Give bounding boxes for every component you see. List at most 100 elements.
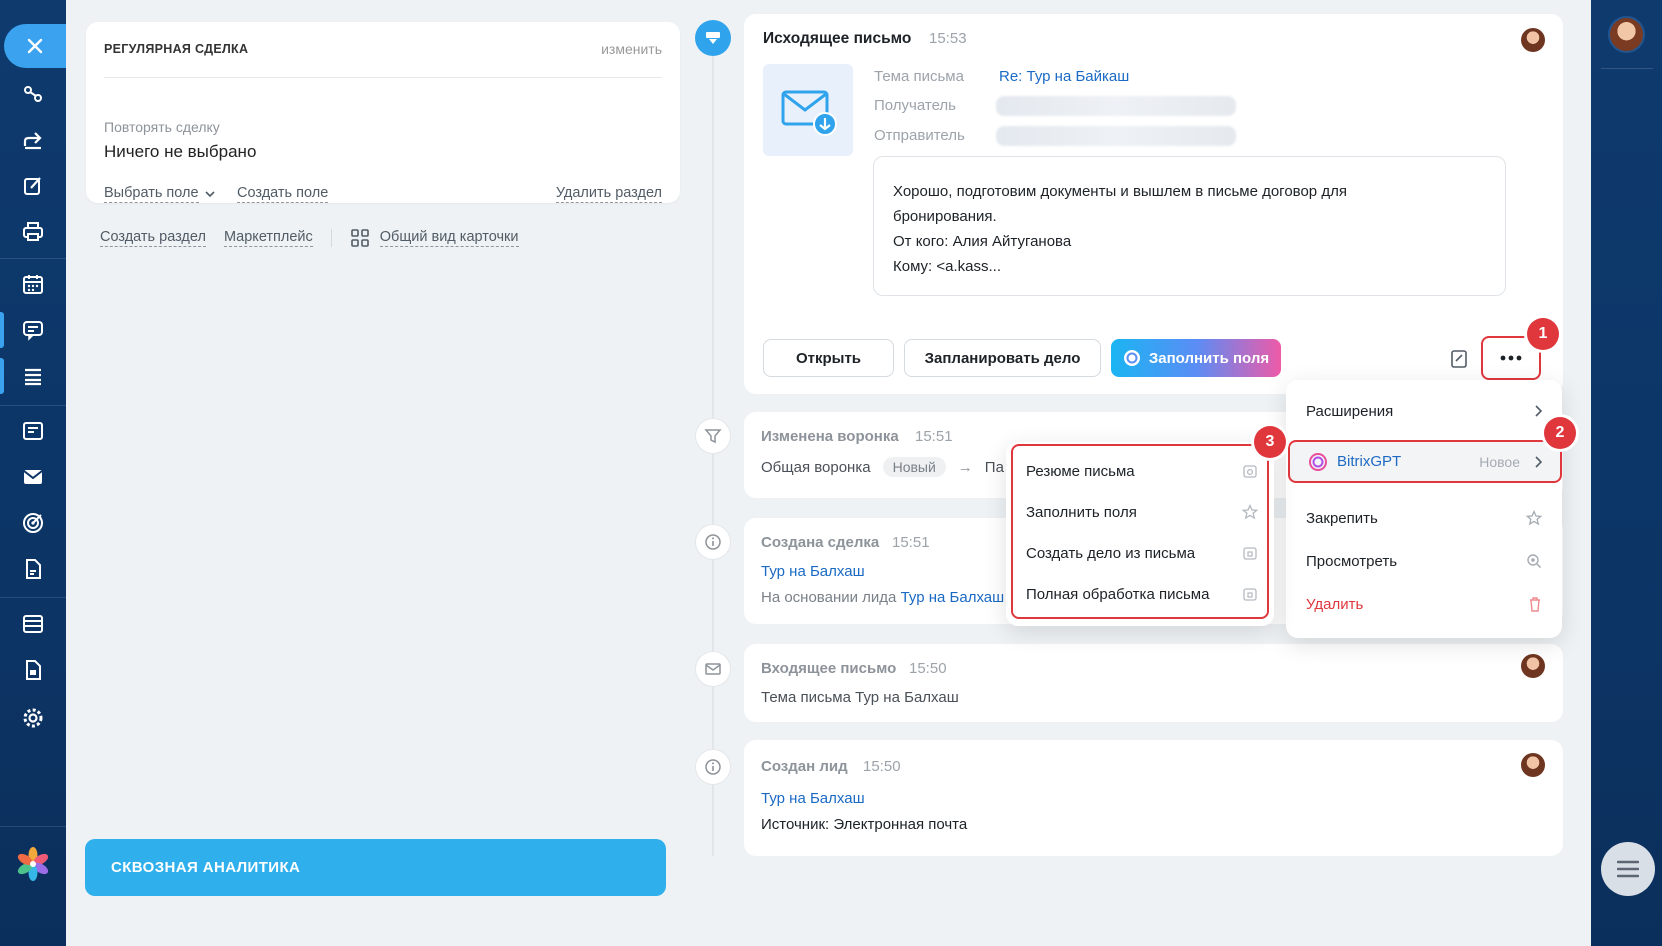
menu-item-delete[interactable]: Удалить [1306,589,1542,619]
ai-summary-icon [1243,465,1257,478]
printer-icon [23,222,43,241]
menu-item-label: Просмотреть [1306,552,1398,570]
card-section-links: Создать раздел Маркетплейс Общий вид кар… [100,228,519,248]
nav-chat[interactable] [0,312,66,348]
hamburger-icon [1617,860,1639,878]
right-sidebar [1591,0,1662,946]
document-icon [26,559,41,579]
envelope-download-icon [706,32,720,44]
connections-icon [24,86,42,102]
menu-item-label: Закрепить [1306,509,1378,527]
menu-item-label: Заполнить поля [1026,503,1137,521]
author-avatar[interactable] [1521,654,1545,678]
nav-storage[interactable] [0,606,66,642]
user-avatar[interactable] [1608,16,1645,53]
menu-item-pin[interactable]: Закрепить [1306,503,1542,533]
menu-item-fill-fields[interactable]: Заполнить поля [1026,498,1258,526]
end-to-end-analytics-button[interactable]: СКВОЗНАЯ АНАЛИТИКА [85,839,666,896]
close-icon [27,38,43,54]
event-title: Создана сделка [761,534,880,551]
author-avatar[interactable] [1521,753,1545,777]
note-icon[interactable] [1449,349,1469,369]
deal-basis: На основании лида Тур на Балхаш [761,589,1004,606]
nav-email[interactable] [0,459,66,495]
lead-link[interactable]: Тур на Балхаш [761,790,865,807]
menu-item-view[interactable]: Просмотреть [1306,546,1542,576]
sender-label: Отправитель [874,127,965,144]
left-sidebar [0,0,66,946]
email-body-preview[interactable]: Хорошо, подготовим документы и вышлем в … [873,156,1506,296]
close-button[interactable] [4,24,66,68]
bitrix-flower-logo[interactable] [14,845,52,883]
event-title: Создан лид [761,758,848,775]
invoice-icon [26,660,41,680]
basis-lead-link[interactable]: Тур на Балхаш [901,589,1005,606]
step-badge: 2 [1544,417,1576,449]
envelope-icon [705,663,721,675]
subject-label: Тема письма [761,689,851,706]
step-badge: 1 [1527,318,1559,350]
step-badge: 3 [1254,426,1286,458]
create-field-label: Создать поле [237,185,329,203]
menu-item-extensions[interactable]: Расширения [1306,396,1542,426]
schedule-task-button[interactable]: Запланировать дело [904,339,1101,377]
stage-pill: Новый [882,457,946,477]
chat-icon [23,321,43,341]
deal-link[interactable]: Тур на Балхаш [761,563,865,580]
nav-lists[interactable] [0,358,66,394]
nav-settings[interactable] [0,700,66,736]
select-field-button[interactable]: Выбрать поле [104,185,215,203]
fill-fields-button[interactable]: Заполнить поля [1111,339,1281,377]
menu-item-bitrixgpt[interactable]: BitrixGPT Новое [1288,440,1562,483]
event-time: 15:50 [863,758,901,775]
nav-share[interactable] [0,122,66,158]
nav-mailbox[interactable] [0,413,66,449]
subject-value[interactable]: Re: Тур на Байкаш [999,68,1129,85]
nav-connections[interactable] [0,76,66,112]
menu-item-label: Расширения [1306,402,1394,420]
chevron-down-icon [204,191,215,198]
create-section-link[interactable]: Создать раздел [100,229,206,247]
menu-item-email-summary[interactable]: Резюме письма [1026,457,1258,485]
nav-calendar[interactable] [0,266,66,302]
list-icon [25,368,41,386]
timeline-line [712,56,714,856]
card-view-label: Общий вид карточки [379,229,519,247]
menu-item-label: Создать дело из письма [1026,544,1196,562]
nav-invoice[interactable] [0,652,66,688]
nav-edit[interactable] [0,168,66,204]
marketplace-link[interactable]: Маркетплейс [223,229,313,247]
separator [330,229,332,247]
card-view-link[interactable]: Общий вид карточки [350,228,519,248]
menu-item-create-task[interactable]: Создать дело из письма [1026,539,1258,567]
nav-document[interactable] [0,551,66,587]
incoming-subject[interactable]: Тема письма Тур на Балхаш [761,689,959,706]
email-time: 15:53 [929,30,967,47]
more-actions-menu: Расширения BitrixGPT Новое Закрепить Про… [1286,380,1562,638]
hamburger-menu-button[interactable] [1601,842,1655,896]
sender-blurred [996,126,1236,146]
nav-target[interactable] [0,505,66,541]
funnel-change-details: Общая воронка Новый → Па [761,457,1004,477]
menu-item-full-processing[interactable]: Полная обработка письма [1026,580,1258,608]
delete-section-link[interactable]: Удалить раздел [555,185,662,203]
envelope-icon [23,470,43,484]
body-line: бронирования. [893,208,997,225]
edit-link[interactable]: изменить [601,41,662,57]
open-button[interactable]: Открыть [763,339,894,377]
create-field-link[interactable]: Создать поле [237,185,329,203]
star-icon [1242,504,1258,520]
timeline-funnel-marker [695,418,731,454]
repeat-deal-value[interactable]: Ничего не выбрано [104,142,256,162]
mailbox-icon [23,422,43,440]
lead-created-card: Создан лид 15:50 Тур на Балхаш Источник:… [744,740,1563,856]
author-avatar[interactable] [1521,28,1545,52]
event-title: Изменена воронка [761,428,899,445]
timeline-info-marker [695,524,731,560]
edit-icon [24,177,41,195]
recipient-blurred [996,96,1236,116]
nav-print[interactable] [0,214,66,250]
select-field-label: Выбрать поле [104,185,199,203]
recipient-label: Получатель [874,97,956,114]
storage-icon [23,615,43,633]
